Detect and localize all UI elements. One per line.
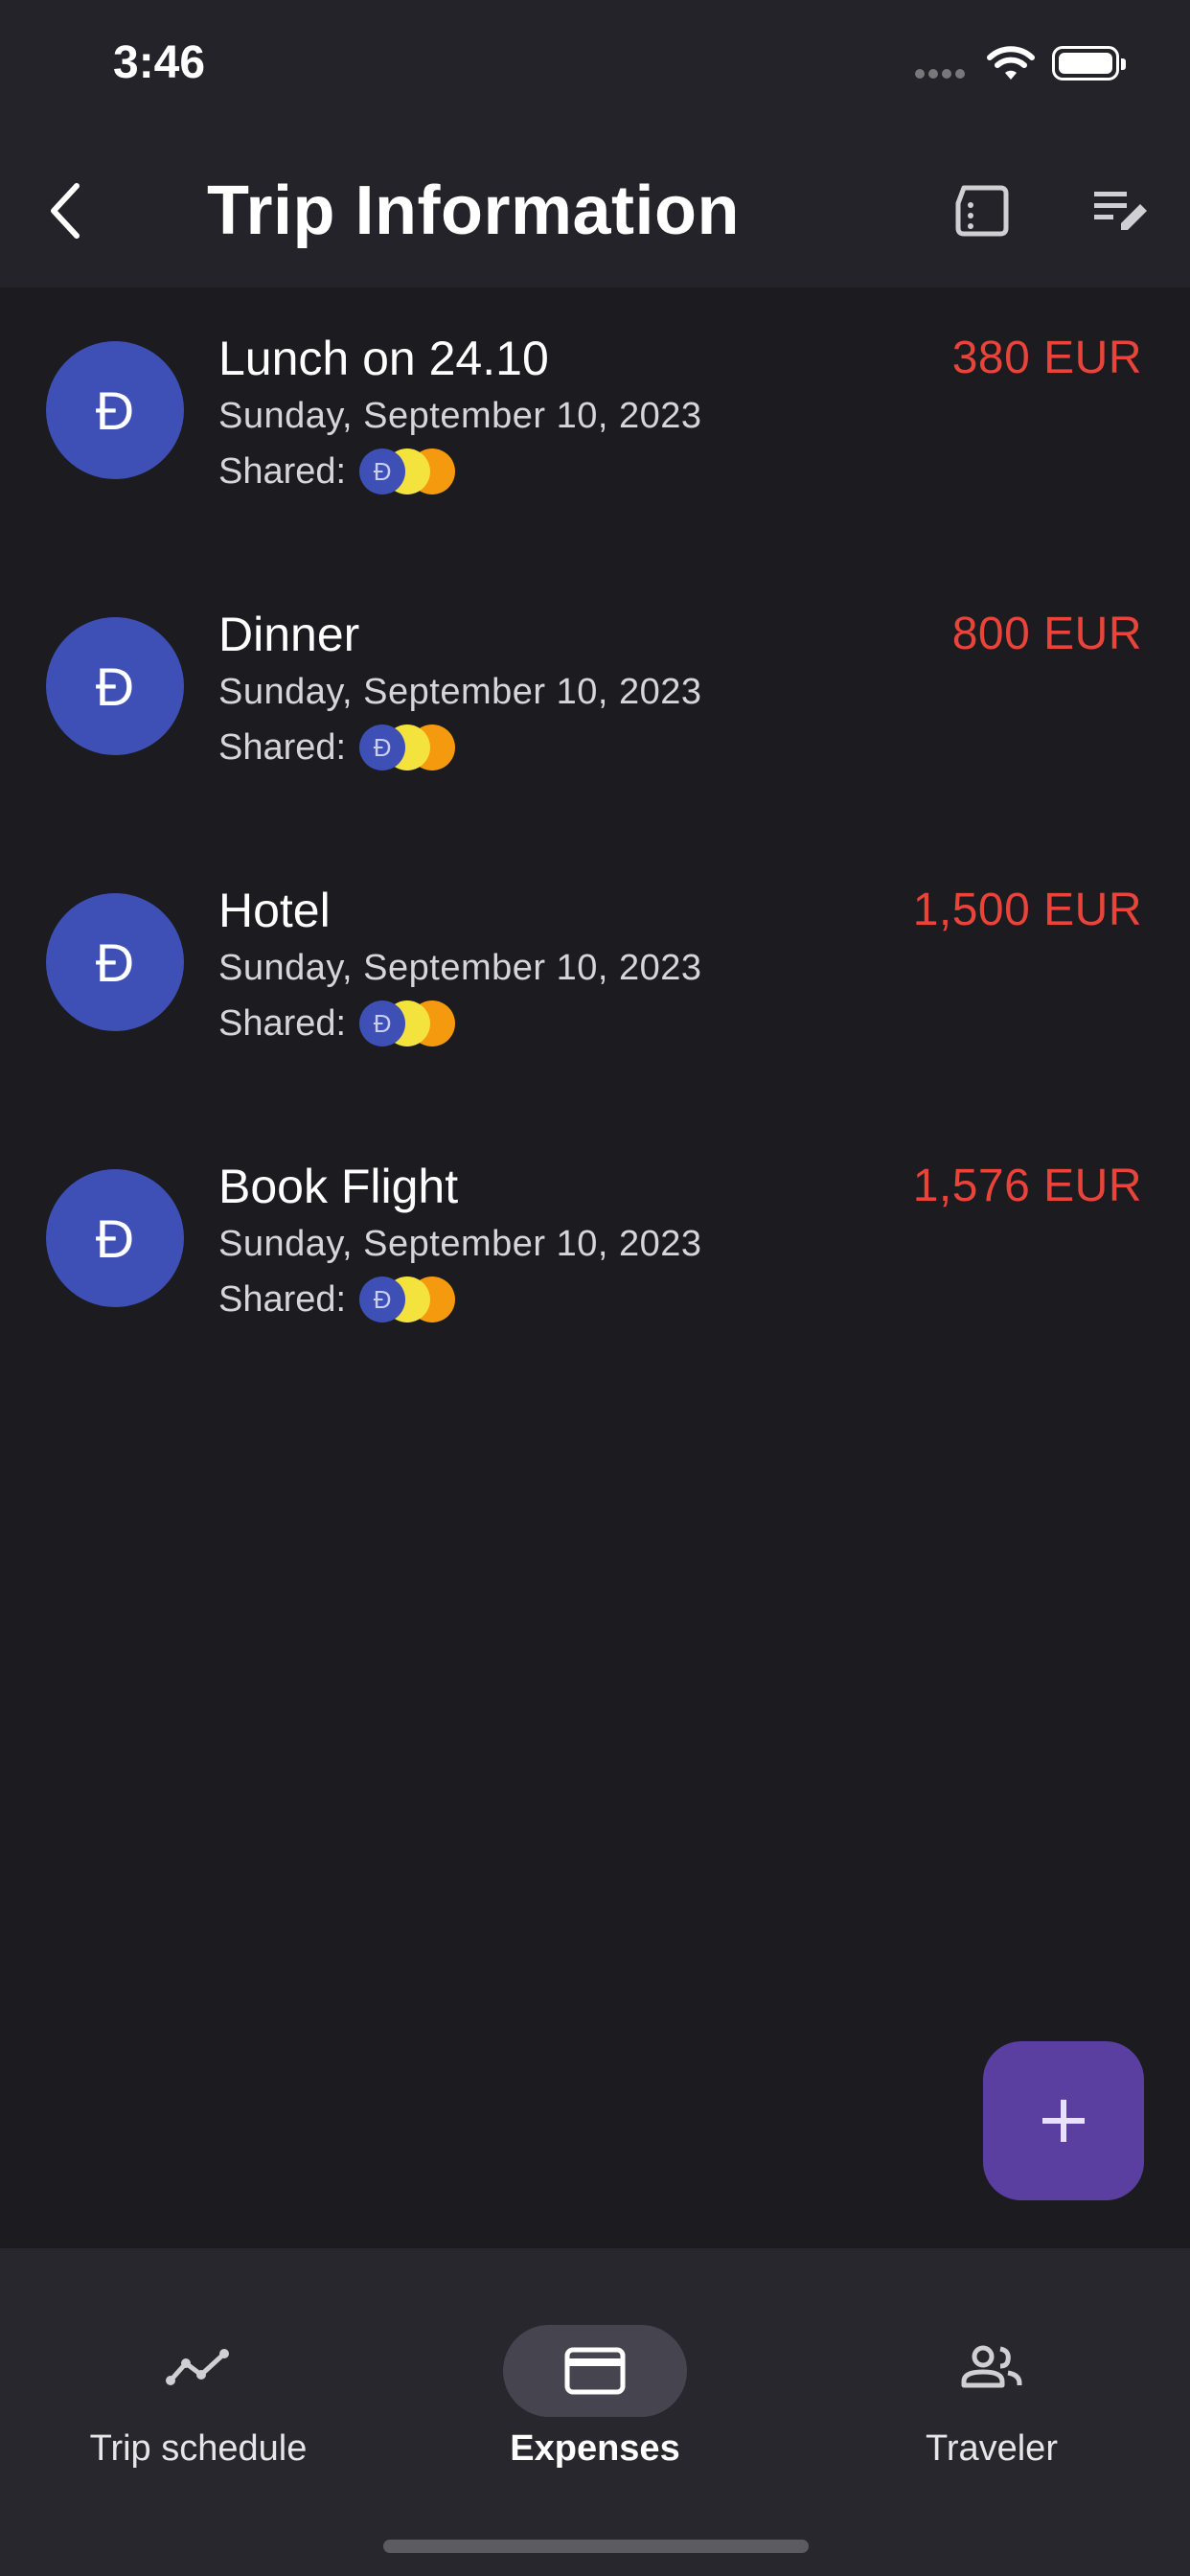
edit-list-icon[interactable] (1083, 172, 1159, 249)
shared-avatars: Đ (359, 1000, 456, 1046)
people-icon (934, 2340, 1049, 2394)
cellular-signal-icon (915, 69, 967, 80)
status-time: 3:46 (113, 37, 206, 88)
shared-avatars: Đ (359, 448, 456, 494)
expense-amount: 380 EUR (951, 333, 1142, 383)
expense-item-dinner[interactable]: Đ Dinner Sunday, September 10, 2023 Shar… (0, 564, 1190, 840)
nav-label: Trip schedule (89, 2428, 308, 2469)
app-bar: Trip Information (0, 134, 1190, 288)
nav-trip-schedule[interactable]: Trip schedule (0, 2287, 397, 2478)
nav-expenses[interactable]: Expenses (397, 2287, 793, 2478)
shared-avatars: Đ (359, 1276, 456, 1322)
shared-avatar: Đ (359, 1000, 406, 1046)
back-arrow-icon[interactable] (38, 172, 92, 249)
shared-label: Shared: (218, 1278, 347, 1320)
expense-date: Sunday, September 10, 2023 (218, 672, 702, 712)
nav-label: Expenses (510, 2428, 680, 2469)
home-indicator (383, 2540, 809, 2553)
timeline-icon (141, 2340, 256, 2394)
shared-avatar: Đ (359, 1276, 406, 1322)
expense-title: Lunch on 24.10 (218, 332, 549, 385)
avatar: Đ (46, 1169, 184, 1307)
expense-amount: 800 EUR (951, 609, 1142, 659)
expense-amount: 1,500 EUR (912, 885, 1142, 935)
avatar: Đ (46, 617, 184, 755)
shared-avatar: Đ (359, 448, 406, 494)
document-icon[interactable] (949, 172, 1016, 249)
avatar: Đ (46, 893, 184, 1031)
status-bar: 3:46 (0, 0, 1190, 134)
battery-icon (1052, 46, 1126, 80)
expense-amount: 1,576 EUR (912, 1161, 1142, 1211)
expense-item-lunch[interactable]: Đ Lunch on 24.10 Sunday, September 10, 2… (0, 288, 1190, 564)
shared-label: Shared: (218, 726, 347, 768)
avatar: Đ (46, 341, 184, 479)
bottom-navigation: Trip schedule Expenses Traveler (0, 2248, 1190, 2576)
plus-icon (1042, 2100, 1085, 2142)
expense-date: Sunday, September 10, 2023 (218, 948, 702, 988)
shared-row: Shared: Đ (218, 999, 456, 1048)
expense-item-hotel[interactable]: Đ Hotel Sunday, September 10, 2023 Share… (0, 840, 1190, 1116)
shared-row: Shared: Đ (218, 447, 456, 496)
add-expense-button[interactable] (983, 2041, 1144, 2200)
shared-row: Shared: Đ (218, 723, 456, 772)
wifi-icon (987, 44, 1035, 82)
nav-label: Traveler (926, 2428, 1058, 2469)
shared-label: Shared: (218, 450, 347, 492)
shared-avatars: Đ (359, 724, 456, 770)
expense-title: Hotel (218, 884, 331, 937)
shared-row: Shared: Đ (218, 1275, 456, 1324)
expense-item-book-flight[interactable]: Đ Book Flight Sunday, September 10, 2023… (0, 1116, 1190, 1392)
expense-title: Dinner (218, 608, 360, 661)
expense-date: Sunday, September 10, 2023 (218, 396, 702, 436)
shared-label: Shared: (218, 1002, 347, 1044)
nav-traveler[interactable]: Traveler (793, 2287, 1190, 2478)
credit-card-icon (538, 2344, 652, 2398)
expense-date: Sunday, September 10, 2023 (218, 1224, 702, 1264)
expense-title: Book Flight (218, 1160, 459, 1213)
shared-avatar: Đ (359, 724, 406, 770)
page-title: Trip Information (207, 172, 740, 249)
